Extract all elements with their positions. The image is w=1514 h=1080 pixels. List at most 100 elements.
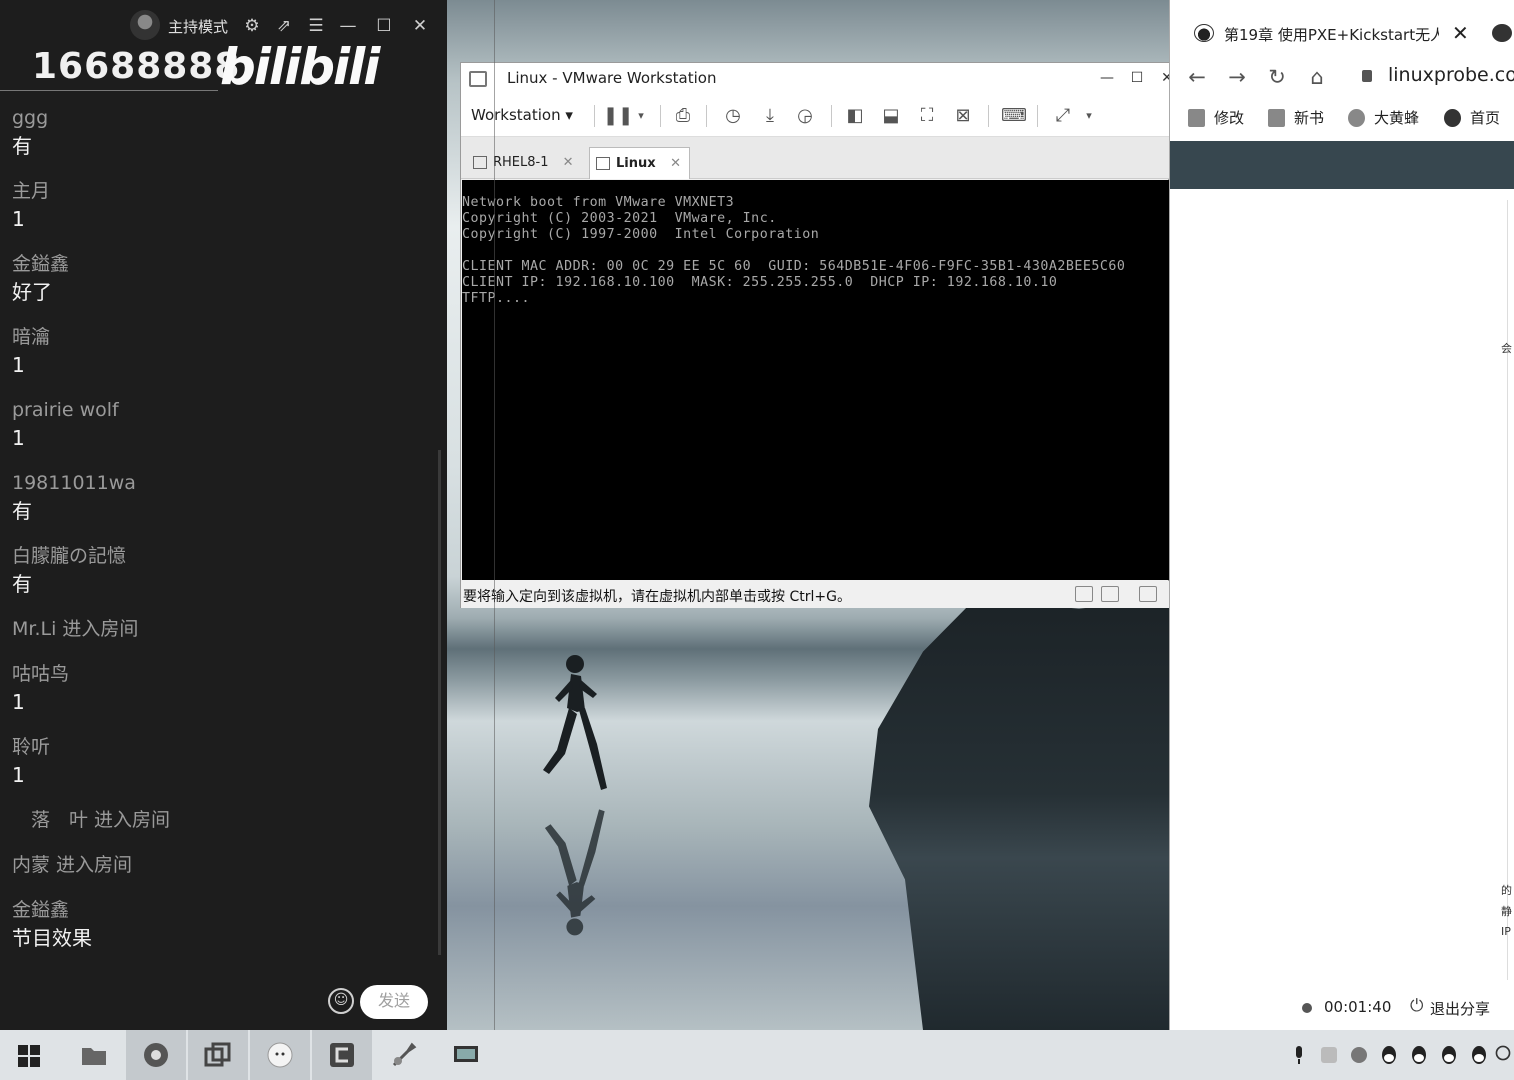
menu-icon[interactable]: ☰: [305, 15, 327, 37]
browser-window: 第19章 使用PXE+Kickstart无人 ✕ ← → ↻ ⌂ linuxpr…: [1169, 0, 1514, 1030]
chat-scrollbar[interactable]: [438, 450, 441, 955]
maximize-icon[interactable]: ☐: [1126, 67, 1148, 89]
workstation-menu[interactable]: Workstation ▾: [471, 106, 573, 124]
taskbar-file-explorer[interactable]: [64, 1030, 124, 1080]
chat-username[interactable]: 19811011wa: [12, 469, 432, 497]
app-tray-icon[interactable]: [1348, 1044, 1370, 1066]
taskbar-app-tools[interactable]: [374, 1030, 434, 1080]
chat-username[interactable]: 咕咕鸟: [12, 660, 432, 688]
console-output: Network boot from VMware VMXNET3 Copyrigh…: [462, 195, 1125, 307]
chat-message: prairie wolf 1: [12, 396, 432, 452]
globe-icon: [1348, 109, 1365, 127]
send-ctrl-alt-del-icon[interactable]: ⎙: [671, 104, 695, 128]
vmware-titlebar[interactable]: Linux - VMware Workstation — ☐ ✕: [461, 63, 1173, 95]
back-icon[interactable]: ←: [1184, 64, 1210, 90]
bookmark-item[interactable]: 新书: [1266, 106, 1324, 130]
host-avatar[interactable]: [130, 10, 160, 40]
qq-icon[interactable]: [1468, 1044, 1490, 1066]
snapshot-icon[interactable]: ◷: [721, 104, 745, 128]
terminal-icon: [330, 1043, 354, 1067]
close-icon[interactable]: ✕: [1452, 21, 1469, 45]
tab-label: RHEL8-1: [493, 155, 549, 170]
tab-rhel8-1[interactable]: RHEL8-1 ✕: [467, 147, 582, 179]
fullscreen-icon[interactable]: ⛶: [915, 104, 939, 128]
chat-message: 主月 1: [12, 177, 432, 233]
taskbar-vmware[interactable]: [188, 1030, 248, 1080]
reload-icon[interactable]: ↻: [1264, 64, 1290, 90]
minimize-icon[interactable]: —: [337, 15, 359, 37]
site-header-banner: [1170, 141, 1514, 189]
microphone-icon[interactable]: [1288, 1044, 1310, 1066]
stretch-icon[interactable]: ⤢: [1051, 104, 1075, 128]
network-adapter-icon[interactable]: [1075, 586, 1093, 602]
screen-share-bar: 00:01:40 ⏻ 退出分享: [1170, 990, 1514, 1026]
lock-icon[interactable]: [1362, 70, 1372, 82]
unity-icon[interactable]: ⊠: [951, 104, 975, 128]
chat-username[interactable]: prairie wolf: [12, 396, 432, 424]
console-line: Network boot from VMware VMXNET3: [462, 195, 735, 210]
taskbar-app-terminal[interactable]: [312, 1030, 372, 1080]
chevron-down-icon[interactable]: ▾: [629, 104, 653, 128]
divider: [594, 105, 595, 127]
qq-icon[interactable]: [1378, 1044, 1400, 1066]
chat-username[interactable]: 聆听: [12, 733, 432, 761]
chat-username[interactable]: 落 叶 进入房间: [12, 806, 432, 834]
chat-username[interactable]: 主月: [12, 177, 432, 205]
power-icon[interactable]: ⏻: [1410, 996, 1423, 1016]
chat-username[interactable]: 暗瀹: [12, 323, 432, 351]
home-icon[interactable]: ⌂: [1304, 64, 1330, 90]
address-bar[interactable]: linuxprobe.com: [1388, 64, 1514, 86]
close-icon[interactable]: ✕: [670, 156, 681, 171]
settings-icon[interactable]: ⚙: [241, 15, 263, 37]
browser-tab[interactable]: 第19章 使用PXE+Kickstart无人 ✕: [1186, 14, 1471, 54]
close-icon[interactable]: ✕: [563, 155, 574, 170]
emoji-button[interactable]: ☺: [328, 988, 354, 1014]
snapshot-manager-icon[interactable]: ◶: [793, 104, 817, 128]
chevron-down-icon[interactable]: ▾: [1077, 104, 1101, 128]
chat-username[interactable]: 金鎰鑫: [12, 896, 432, 924]
console-icon[interactable]: ⌨: [1001, 104, 1027, 128]
usb-device-icon[interactable]: [1101, 586, 1119, 602]
minimize-icon[interactable]: —: [1096, 67, 1118, 89]
qq-icon[interactable]: [1438, 1044, 1460, 1066]
forward-icon[interactable]: →: [1224, 64, 1250, 90]
console-line: Copyright (C) 1997-2000 Intel Corporatio…: [462, 227, 820, 242]
chat-username[interactable]: Mr.Li 进入房间: [12, 615, 432, 643]
maximize-icon[interactable]: ☐: [373, 15, 395, 37]
host-mode-label[interactable]: 主持模式: [168, 16, 228, 37]
taskbar-chrome[interactable]: [126, 1030, 186, 1080]
revert-snapshot-icon[interactable]: ⤓: [758, 104, 782, 128]
browser-scrollbar[interactable]: [1507, 200, 1508, 980]
thumbnail-view-icon[interactable]: ⬓: [879, 104, 903, 128]
chat-username[interactable]: ggg: [12, 104, 432, 132]
divider: [706, 105, 707, 127]
vm-console-screen[interactable]: Network boot from VMware VMXNET3 Copyrigh…: [462, 180, 1169, 580]
chat-username[interactable]: 白朦朧の記憶: [12, 542, 432, 570]
chat-username[interactable]: 金鎰鑫: [12, 250, 432, 278]
bookmark-item[interactable]: 修改: [1186, 106, 1244, 130]
close-icon[interactable]: ✕: [409, 15, 431, 37]
chat-username[interactable]: 内蒙 进入房间: [12, 851, 432, 879]
folder-icon: [82, 1048, 106, 1065]
vmware-statusbar: 要将输入定向到该虚拟机，请在虚拟机内部单击或按 Ctrl+G。: [461, 581, 1170, 608]
bookmark-item[interactable]: 大黄蜂: [1346, 106, 1419, 130]
popout-icon[interactable]: ⇗: [273, 15, 295, 37]
bookmark-item[interactable]: 首页: [1442, 106, 1500, 130]
windows-start-icon[interactable]: [18, 1045, 40, 1067]
taskbar-app-rabbit[interactable]: [250, 1030, 310, 1080]
exit-share-button[interactable]: 退出分享: [1430, 998, 1490, 1019]
library-view-icon[interactable]: ◧: [843, 104, 867, 128]
tab-linux[interactable]: Linux ✕: [589, 147, 691, 179]
chat-message: ggg 有: [12, 104, 432, 160]
message-log-icon[interactable]: [1139, 586, 1157, 602]
app-tray-icon[interactable]: [1318, 1044, 1340, 1066]
penguin-icon[interactable]: [1492, 24, 1512, 42]
clock-icon[interactable]: [1494, 1044, 1512, 1066]
chat-text: 1: [12, 690, 25, 714]
qq-icon[interactable]: [1408, 1044, 1430, 1066]
vmware-window: Linux - VMware Workstation — ☐ ✕ Worksta…: [460, 62, 1173, 608]
pause-icon[interactable]: ❚❚: [603, 104, 633, 128]
send-button[interactable]: 发送: [360, 985, 428, 1019]
wallpaper-runner-reflection: [544, 809, 605, 936]
taskbar-app-screen[interactable]: [436, 1030, 496, 1080]
